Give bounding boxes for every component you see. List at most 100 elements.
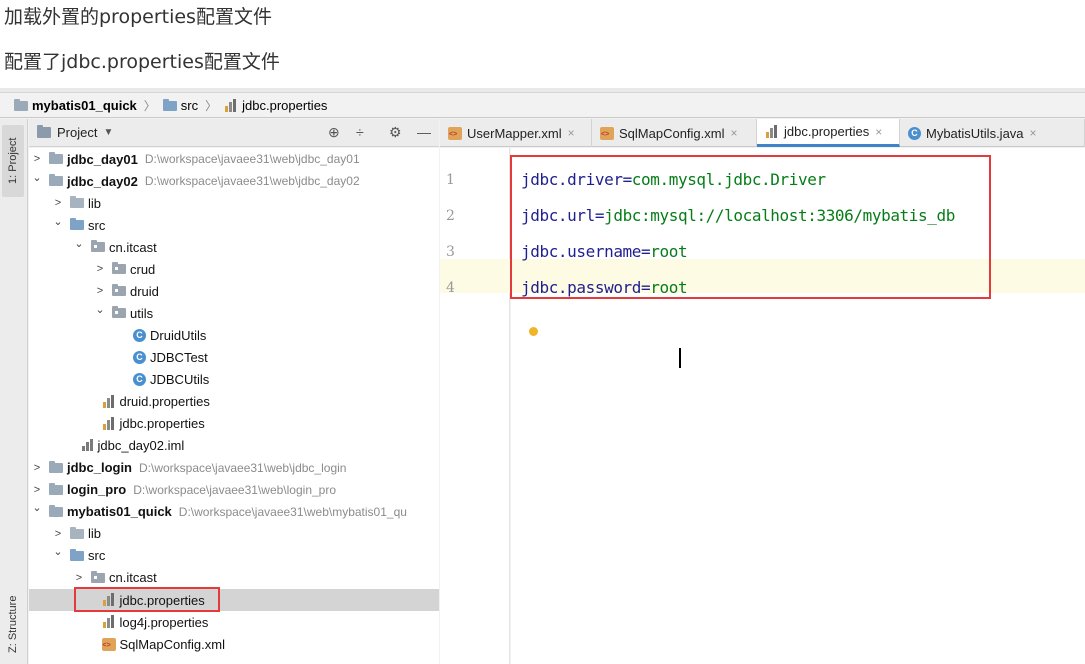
tree-item[interactable]: > cn.itcast <box>29 567 439 589</box>
tree-item[interactable]: jdbc.properties <box>29 413 439 435</box>
hide-panel-icon[interactable]: — <box>417 124 431 140</box>
line-number: 1 <box>446 172 455 188</box>
heading-load-external-properties: 加载外置的properties配置文件 <box>4 6 272 28</box>
tree-item-label: JDBCUtils <box>150 372 210 387</box>
module-folder-icon <box>49 482 63 495</box>
breadcrumb-separator-icon: 〉 <box>205 99 218 113</box>
breadcrumb-item-src[interactable]: src <box>162 98 199 113</box>
selected-file-highlight-box <box>74 587 220 612</box>
chevron-down-icon[interactable]: ▼ <box>103 127 113 138</box>
line-number: 3 <box>446 244 455 260</box>
editor-tab[interactable]: C MybatisUtils.java × <box>900 119 1085 147</box>
chevron-right-icon[interactable]: > <box>94 285 106 297</box>
chevron-right-icon[interactable]: > <box>31 153 43 165</box>
project-tool-tab[interactable]: 1: Project <box>2 125 24 197</box>
tree-item[interactable]: ⌄ src <box>29 545 439 567</box>
chevron-down-icon[interactable]: ⌄ <box>52 545 64 558</box>
chevron-right-icon[interactable]: > <box>94 263 106 275</box>
tree-item[interactable]: ⌄ mybatis01_quick D:\workspace\javaee31\we… <box>29 501 439 523</box>
xml-file-icon <box>101 637 116 651</box>
chevron-right-icon[interactable]: > <box>31 462 43 474</box>
breadcrumb-item-project[interactable]: mybatis01_quick <box>14 98 137 113</box>
chevron-right-icon[interactable]: > <box>31 484 43 496</box>
class-icon: C <box>133 328 146 342</box>
properties-file-icon <box>765 124 779 139</box>
tree-item-label: utils <box>130 305 154 321</box>
tree-item-path: D:\workspace\javaee31\web\jdbc_login <box>139 460 347 475</box>
class-icon: C <box>133 373 146 386</box>
heading-configured-jdbc-properties: 配置了jdbc.properties配置文件 <box>4 51 280 73</box>
close-icon[interactable]: × <box>731 126 738 140</box>
xml-file-icon <box>600 126 614 140</box>
tree-item[interactable]: > jdbc_day01 D:\workspace\javaee31\web\jdb… <box>29 148 439 170</box>
package-icon <box>112 306 126 319</box>
close-icon[interactable]: × <box>568 126 575 140</box>
chevron-down-icon[interactable]: ⌄ <box>73 237 85 250</box>
module-folder-icon <box>49 504 63 517</box>
chevron-down-icon[interactable]: ⌄ <box>31 501 43 514</box>
chevron-right-icon[interactable]: > <box>73 572 85 584</box>
breadcrumb-src-label: src <box>180 98 199 113</box>
tree-item[interactable]: > jdbc_login D:\workspace\javaee31\web\jdb… <box>29 457 439 479</box>
tree-item[interactable]: ⌄ src <box>29 214 439 236</box>
left-tool-strip: 1: Project Z: Structure <box>0 119 28 664</box>
tree-item[interactable]: log4j.properties <box>29 611 439 633</box>
tree-item[interactable]: C DruidUtils <box>29 324 439 346</box>
editor-tab[interactable]: UserMapper.xml × <box>440 119 592 147</box>
tree-item-path: D:\workspace\javaee31\web\jdbc_day02 <box>144 174 360 189</box>
gear-icon[interactable]: ⚙ <box>389 124 402 141</box>
package-icon <box>91 570 105 583</box>
locate-file-icon[interactable]: ⊕ <box>328 124 340 141</box>
tree-item[interactable]: ⌄ jdbc_day02 D:\workspace\javaee31\web\jdb… <box>29 170 439 192</box>
class-icon: C <box>908 126 921 140</box>
tree-item[interactable]: > lib <box>29 523 439 545</box>
editor-tab[interactable]: SqlMapConfig.xml × <box>592 119 757 147</box>
tree-item-label: cn.itcast <box>109 239 157 255</box>
tree-item[interactable]: C JDBCTest <box>29 346 439 368</box>
breadcrumb-item-file[interactable]: jdbc.properties <box>224 98 327 113</box>
editor-tab-label: MybatisUtils.java <box>926 125 1024 141</box>
chevron-down-icon[interactable]: ⌄ <box>31 171 43 184</box>
tree-item-label: druid <box>130 283 159 299</box>
project-panel-title[interactable]: Project <box>57 125 97 140</box>
tree-item[interactable]: C JDBCUtils <box>29 369 439 391</box>
folder-icon <box>70 526 84 539</box>
chevron-right-icon[interactable]: > <box>52 528 64 540</box>
tree-item-label: src <box>88 217 106 233</box>
package-icon <box>112 284 126 297</box>
chevron-down-icon[interactable]: ⌄ <box>94 303 106 316</box>
properties-file-icon <box>224 98 238 113</box>
tree-item-label: mybatis01_quick <box>67 504 172 520</box>
tree-item-path: D:\workspace\javaee31\web\mybatis01_qu <box>178 504 407 519</box>
collapse-all-icon[interactable]: ÷ <box>356 124 364 140</box>
tree-item[interactable]: ⌄ cn.itcast <box>29 236 439 258</box>
lightbulb-icon[interactable] <box>529 327 538 336</box>
close-icon[interactable]: × <box>1030 126 1037 140</box>
tree-item[interactable]: > lib <box>29 192 439 214</box>
iml-file-icon <box>81 439 94 452</box>
tree-item[interactable]: > login_pro D:\workspace\javaee31\web\logi… <box>29 479 439 501</box>
editor-tab[interactable]: jdbc.properties × <box>757 119 900 147</box>
tree-item[interactable]: jdbc_day02.iml <box>29 435 439 457</box>
structure-tool-tab[interactable]: Z: Structure <box>2 579 24 664</box>
class-icon: C <box>133 350 146 364</box>
breadcrumb: mybatis01_quick 〉 src 〉 jdbc.properties <box>0 94 1085 118</box>
chevron-right-icon[interactable]: > <box>52 197 64 209</box>
editor-tab-label: UserMapper.xml <box>467 125 562 141</box>
tree-item[interactable]: > druid <box>29 280 439 302</box>
editor-tab-label: jdbc.properties <box>784 124 870 139</box>
close-icon[interactable]: × <box>875 125 882 139</box>
tree-item-label: login_pro <box>67 482 127 498</box>
breadcrumb-file-label: jdbc.properties <box>242 98 328 113</box>
tree-item[interactable]: druid.properties <box>29 391 439 413</box>
chevron-down-icon[interactable]: ⌄ <box>52 215 64 228</box>
module-folder-icon <box>49 174 63 187</box>
source-folder-icon <box>70 218 84 231</box>
tree-item-label: jdbc_day01 <box>67 151 138 167</box>
tree-item[interactable]: > crud <box>29 258 439 280</box>
tree-item[interactable]: SqlMapConfig.xml <box>29 633 439 655</box>
tree-item[interactable]: ⌄ utils <box>29 302 439 324</box>
tree-item-label: log4j.properties <box>119 614 209 630</box>
tree-item-label: DruidUtils <box>150 327 207 343</box>
properties-file-icon <box>102 416 116 431</box>
